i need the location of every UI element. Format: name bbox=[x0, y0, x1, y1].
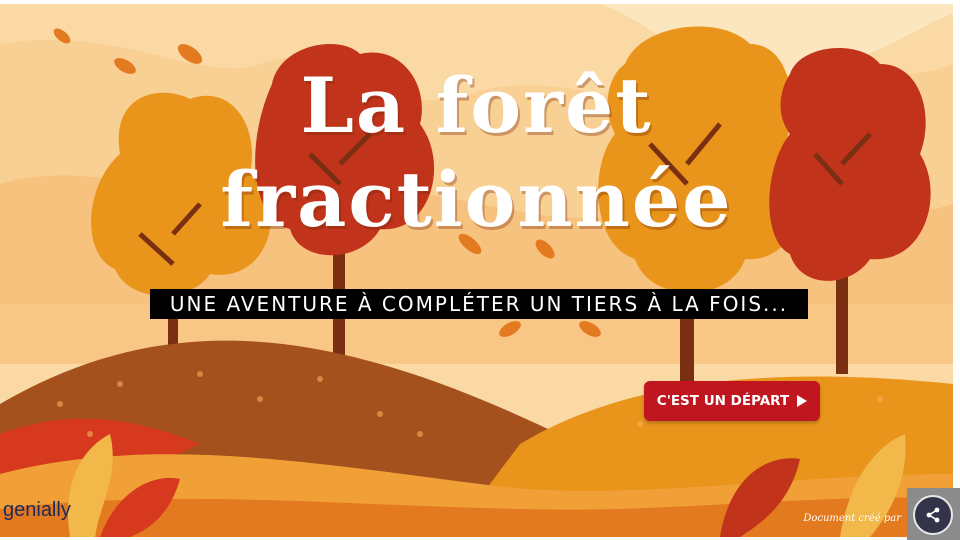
share-icon bbox=[926, 507, 940, 523]
start-button[interactable]: C'EST UN DÉPART bbox=[644, 381, 820, 421]
presentation-slide: La forêt fractionnée UNE AVENTURE À COMP… bbox=[0, 4, 953, 537]
play-triangle-icon bbox=[797, 395, 808, 407]
screen: La forêt fractionnée UNE AVENTURE À COMP… bbox=[0, 0, 960, 540]
share-button[interactable] bbox=[913, 495, 953, 535]
start-button-label: C'EST UN DÉPART bbox=[656, 393, 790, 409]
title-line-1: La forêt bbox=[300, 61, 653, 150]
credit-text: Document créé par bbox=[803, 513, 901, 524]
title-line-2: fractionnée bbox=[220, 155, 733, 244]
genially-logo[interactable]: genially bbox=[0, 497, 74, 523]
subtitle-banner: UNE AVENTURE À COMPLÉTER UN TIERS À LA F… bbox=[150, 289, 808, 319]
